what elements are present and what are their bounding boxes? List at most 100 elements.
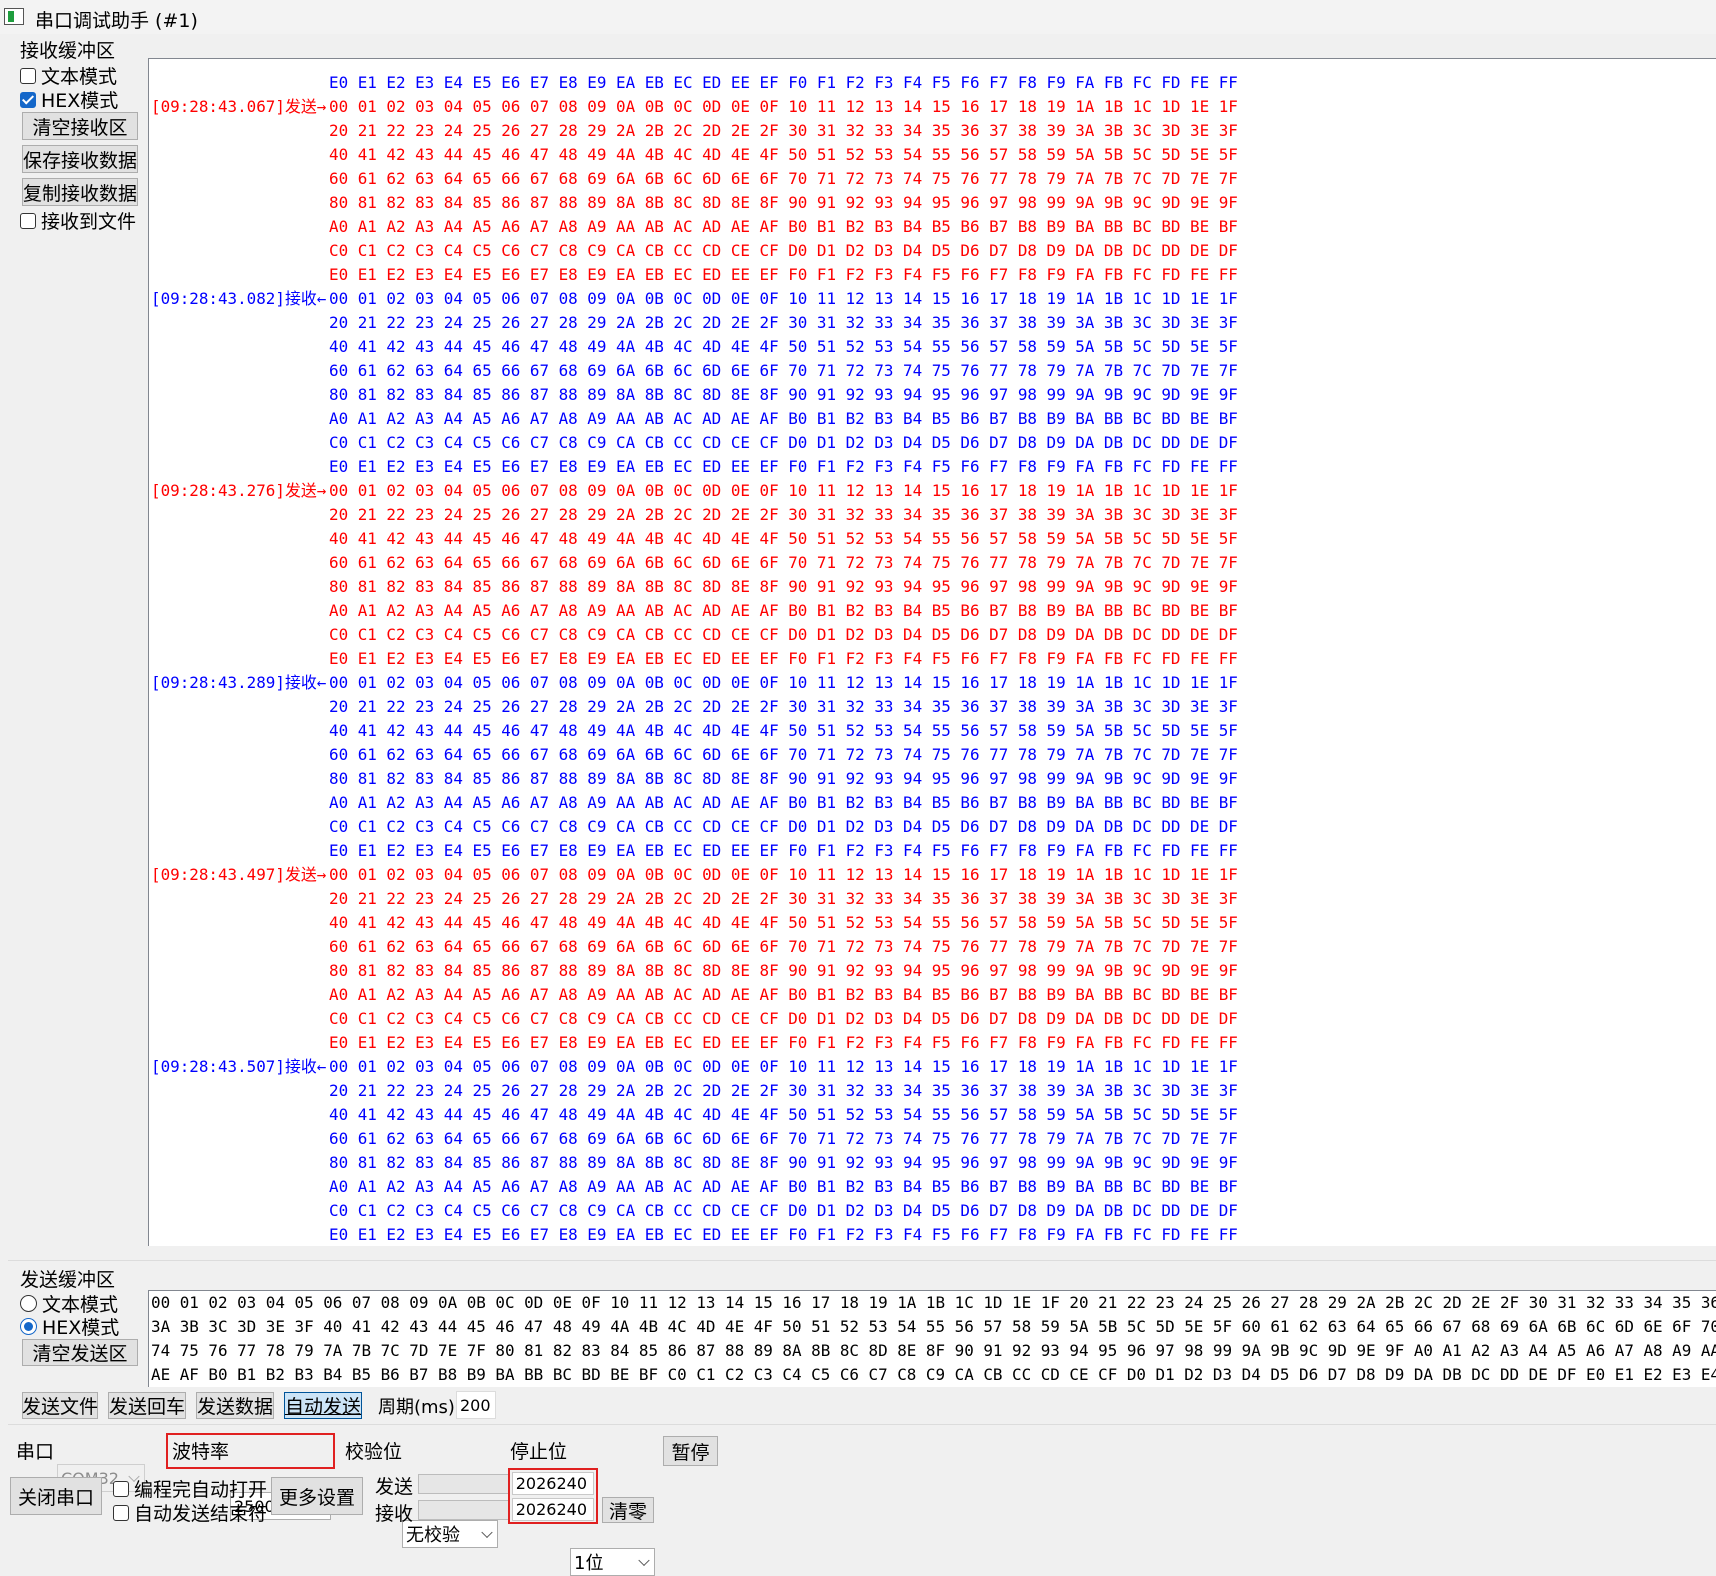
checkbox-box-checked[interactable] xyxy=(20,91,36,108)
log-hex-bytes: 80 81 82 83 84 85 86 87 88 89 8A 8B 8C 8… xyxy=(329,961,1238,980)
title-bar: 串口调试助手 (#1) xyxy=(0,0,1716,34)
log-hex-bytes: 00 01 02 03 04 05 06 07 08 09 0A 0B 0C 0… xyxy=(329,481,1238,500)
receive-to-file-checkbox[interactable]: 接收到文件 xyxy=(20,207,136,234)
log-hex-bytes: 20 21 22 23 24 25 26 27 28 29 2A 2B 2C 2… xyxy=(329,313,1238,332)
log-hex-bytes: 60 61 62 63 64 65 66 67 68 69 6A 6B 6C 6… xyxy=(329,1129,1238,1148)
log-hex-bytes: A0 A1 A2 A3 A4 A5 A6 A7 A8 A9 AA AB AC A… xyxy=(329,985,1238,1004)
clear-send-button[interactable]: 清空发送区 xyxy=(22,1339,138,1366)
log-hex-bytes: C0 C1 C2 C3 C4 C5 C6 C7 C8 C9 CA CB CC C… xyxy=(329,1201,1238,1220)
parity-select[interactable]: 无校验 xyxy=(402,1520,498,1548)
send-buffer-line: 00 01 02 03 04 05 06 07 08 09 0A 0B 0C 0… xyxy=(151,1293,1716,1312)
log-hex-bytes: C0 C1 C2 C3 C4 C5 C6 C7 C8 C9 CA CB CC C… xyxy=(329,433,1238,452)
recv-hex-mode-label: HEX模式 xyxy=(41,90,119,112)
log-hex-bytes: A0 A1 A2 A3 A4 A5 A6 A7 A8 A9 AA AB AC A… xyxy=(329,601,1238,620)
log-hex-bytes: 20 21 22 23 24 25 26 27 28 29 2A 2B 2C 2… xyxy=(329,1081,1238,1100)
log-hex-bytes: 60 61 62 63 64 65 66 67 68 69 6A 6B 6C 6… xyxy=(329,937,1238,956)
log-hex-bytes: A0 A1 A2 A3 A4 A5 A6 A7 A8 A9 AA AB AC A… xyxy=(329,793,1238,812)
recv-count-label: 接收 xyxy=(375,1503,414,1525)
receive-log-area[interactable]: E0 E1 E2 E3 E4 E5 E6 E7 E8 E9 EA EB EC E… xyxy=(148,58,1716,1246)
close-port-button[interactable]: 关闭串口 xyxy=(10,1477,102,1515)
log-hex-bytes: 60 61 62 63 64 65 66 67 68 69 6A 6B 6C 6… xyxy=(329,553,1238,572)
baud-label: 波特率 xyxy=(172,1441,230,1463)
send-file-button[interactable]: 发送文件 xyxy=(22,1392,98,1419)
auto-end-label: 自动发送结束符 xyxy=(134,1503,268,1525)
log-hex-bytes: 80 81 82 83 84 85 86 87 88 89 8A 8B 8C 8… xyxy=(329,193,1238,212)
log-timestamp: [09:28:43.067]发送→ xyxy=(151,97,327,116)
recv-text-mode-label: 文本模式 xyxy=(41,66,118,88)
log-hex-bytes: 00 01 02 03 04 05 06 07 08 09 0A 0B 0C 0… xyxy=(329,1057,1238,1076)
stop-bits-label: 停止位 xyxy=(510,1441,568,1463)
log-hex-bytes: 60 61 62 63 64 65 66 67 68 69 6A 6B 6C 6… xyxy=(329,169,1238,188)
send-count-value: 2026240 xyxy=(512,1472,594,1495)
log-hex-bytes: A0 A1 A2 A3 A4 A5 A6 A7 A8 A9 AA AB AC A… xyxy=(329,409,1238,428)
radio-button-selected[interactable] xyxy=(20,1318,37,1335)
log-hex-bytes: 00 01 02 03 04 05 06 07 08 09 0A 0B 0C 0… xyxy=(329,289,1238,308)
clear-count-button[interactable]: 清零 xyxy=(602,1497,654,1523)
more-settings-button[interactable]: 更多设置 xyxy=(271,1477,363,1515)
checkbox-box[interactable] xyxy=(113,1504,129,1521)
clear-receive-button[interactable]: 清空接收区 xyxy=(22,112,138,140)
log-hex-bytes: 80 81 82 83 84 85 86 87 88 89 8A 8B 8C 8… xyxy=(329,1153,1238,1172)
divider xyxy=(8,1424,1716,1425)
log-hex-bytes: 40 41 42 43 44 45 46 47 48 49 4A 4B 4C 4… xyxy=(329,145,1238,164)
auto-end-checkbox[interactable]: 自动发送结束符 xyxy=(113,1499,267,1526)
log-hex-bytes: 40 41 42 43 44 45 46 47 48 49 4A 4B 4C 4… xyxy=(329,1105,1238,1124)
receive-group-label: 接收缓冲区 xyxy=(20,40,116,62)
log-hex-bytes: 40 41 42 43 44 45 46 47 48 49 4A 4B 4C 4… xyxy=(329,913,1238,932)
log-hex-bytes: 60 61 62 63 64 65 66 67 68 69 6A 6B 6C 6… xyxy=(329,361,1238,380)
log-timestamp: [09:28:43.289]接收← xyxy=(151,673,327,692)
app-icon xyxy=(4,8,24,25)
recv-count-value: 2026240 xyxy=(512,1498,594,1521)
log-hex-bytes: 20 21 22 23 24 25 26 27 28 29 2A 2B 2C 2… xyxy=(329,697,1238,716)
period-label: 周期(ms) xyxy=(378,1397,455,1418)
checkbox-box[interactable] xyxy=(113,1480,129,1497)
copy-receive-button[interactable]: 复制接收数据 xyxy=(22,178,138,206)
log-hex-bytes: 80 81 82 83 84 85 86 87 88 89 8A 8B 8C 8… xyxy=(329,577,1238,596)
send-hex-mode-radio[interactable]: HEX模式 xyxy=(20,1313,119,1340)
pause-button[interactable]: 暂停 xyxy=(663,1436,718,1466)
auto-send-toggle[interactable]: 自动发送 xyxy=(284,1392,362,1419)
log-hex-bytes: E0 E1 E2 E3 E4 E5 E6 E7 E8 E9 EA EB EC E… xyxy=(329,457,1238,476)
save-receive-button[interactable]: 保存接收数据 xyxy=(22,145,138,173)
log-hex-bytes: E0 E1 E2 E3 E4 E5 E6 E7 E8 E9 EA EB EC E… xyxy=(329,1033,1238,1052)
log-hex-bytes: 40 41 42 43 44 45 46 47 48 49 4A 4B 4C 4… xyxy=(329,721,1238,740)
parity-label: 校验位 xyxy=(345,1441,403,1463)
checkbox-box[interactable] xyxy=(20,67,36,84)
log-hex-bytes: E0 E1 E2 E3 E4 E5 E6 E7 E8 E9 EA EB EC E… xyxy=(329,265,1238,284)
send-count-label: 发送 xyxy=(375,1476,414,1498)
log-hex-bytes: C0 C1 C2 C3 C4 C5 C6 C7 C8 C9 CA CB CC C… xyxy=(329,241,1238,260)
chevron-down-icon xyxy=(481,1526,493,1539)
send-group-label: 发送缓冲区 xyxy=(20,1269,116,1291)
log-hex-bytes: 20 21 22 23 24 25 26 27 28 29 2A 2B 2C 2… xyxy=(329,121,1238,140)
send-hex-mode-label: HEX模式 xyxy=(42,1317,120,1339)
send-buffer-input[interactable]: 00 01 02 03 04 05 06 07 08 09 0A 0B 0C 0… xyxy=(148,1290,1716,1387)
auto-open-checkbox[interactable]: 编程完自动打开 xyxy=(113,1475,267,1502)
recv-text-mode-checkbox[interactable]: 文本模式 xyxy=(20,62,117,89)
checkbox-box[interactable] xyxy=(20,212,36,229)
log-hex-bytes: C0 C1 C2 C3 C4 C5 C6 C7 C8 C9 CA CB CC C… xyxy=(329,1009,1238,1028)
log-hex-bytes: 00 01 02 03 04 05 06 07 08 09 0A 0B 0C 0… xyxy=(329,97,1238,116)
receive-to-file-label: 接收到文件 xyxy=(41,211,137,233)
recv-hex-mode-checkbox[interactable]: HEX模式 xyxy=(20,86,118,113)
log-hex-bytes: A0 A1 A2 A3 A4 A5 A6 A7 A8 A9 AA AB AC A… xyxy=(329,217,1238,236)
log-hex-bytes: E0 E1 E2 E3 E4 E5 E6 E7 E8 E9 EA EB EC E… xyxy=(329,649,1238,668)
period-input[interactable]: 200 xyxy=(456,1391,496,1419)
log-hex-bytes: C0 C1 C2 C3 C4 C5 C6 C7 C8 C9 CA CB CC C… xyxy=(329,625,1238,644)
log-hex-bytes: 20 21 22 23 24 25 26 27 28 29 2A 2B 2C 2… xyxy=(329,889,1238,908)
log-hex-bytes: E0 E1 E2 E3 E4 E5 E6 E7 E8 E9 EA EB EC E… xyxy=(329,841,1238,860)
log-hex-bytes: 40 41 42 43 44 45 46 47 48 49 4A 4B 4C 4… xyxy=(329,337,1238,356)
log-hex-bytes: E0 E1 E2 E3 E4 E5 E6 E7 E8 E9 EA EB EC E… xyxy=(329,1225,1238,1244)
radio-button[interactable] xyxy=(20,1295,37,1312)
log-hex-bytes: 40 41 42 43 44 45 46 47 48 49 4A 4B 4C 4… xyxy=(329,529,1238,548)
send-enter-button[interactable]: 发送回车 xyxy=(108,1392,186,1419)
send-data-button[interactable]: 发送数据 xyxy=(196,1392,274,1419)
window-title: 串口调试助手 (#1) xyxy=(35,10,198,32)
log-hex-bytes: 20 21 22 23 24 25 26 27 28 29 2A 2B 2C 2… xyxy=(329,505,1238,524)
log-hex-bytes: A0 A1 A2 A3 A4 A5 A6 A7 A8 A9 AA AB AC A… xyxy=(329,1177,1238,1196)
parity-value: 无校验 xyxy=(406,1525,460,1546)
stop-bits-select[interactable]: 1位 xyxy=(570,1548,655,1576)
send-buffer-line: AE AF B0 B1 B2 B3 B4 B5 B6 B7 B8 B9 BA B… xyxy=(151,1365,1716,1384)
send-progress xyxy=(418,1474,510,1494)
log-hex-bytes: 80 81 82 83 84 85 86 87 88 89 8A 8B 8C 8… xyxy=(329,385,1238,404)
auto-open-label: 编程完自动打开 xyxy=(134,1479,268,1501)
